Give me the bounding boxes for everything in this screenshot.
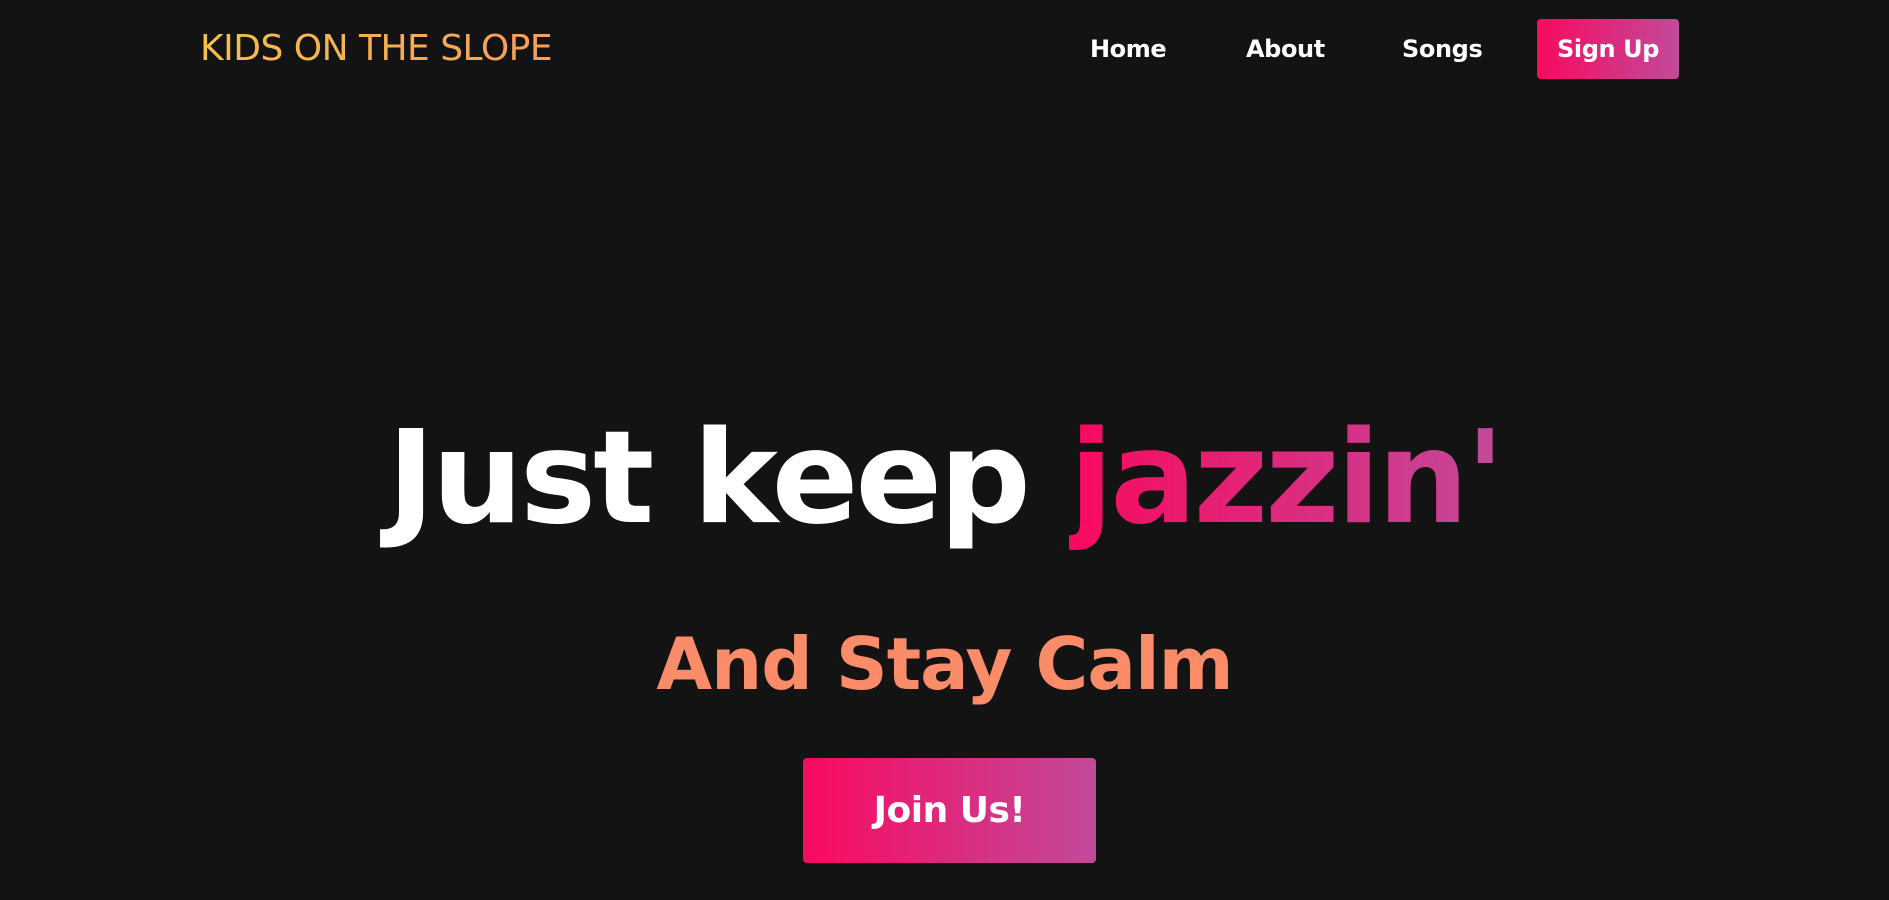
join-us-button[interactable]: Join Us! — [803, 758, 1096, 863]
nav-link-home[interactable]: Home — [1090, 33, 1167, 65]
navbar: KIDS ON THE SLOPE Home About Songs Sign … — [0, 0, 1889, 100]
hero-title: Just keep jazzin' — [0, 404, 1889, 554]
page: KIDS ON THE SLOPE Home About Songs Sign … — [0, 0, 1889, 900]
hero-title-main: Just keep — [387, 404, 1070, 553]
nav-link-songs[interactable]: Songs — [1402, 33, 1483, 65]
nav-menu: Home About Songs Sign Up — [0, 0, 1889, 100]
hero-subtitle: And Stay Calm — [656, 622, 1233, 706]
hero-title-accent: jazzin' — [1069, 404, 1504, 553]
sign-up-button[interactable]: Sign Up — [1537, 19, 1679, 79]
nav-link-about[interactable]: About — [1246, 33, 1325, 65]
